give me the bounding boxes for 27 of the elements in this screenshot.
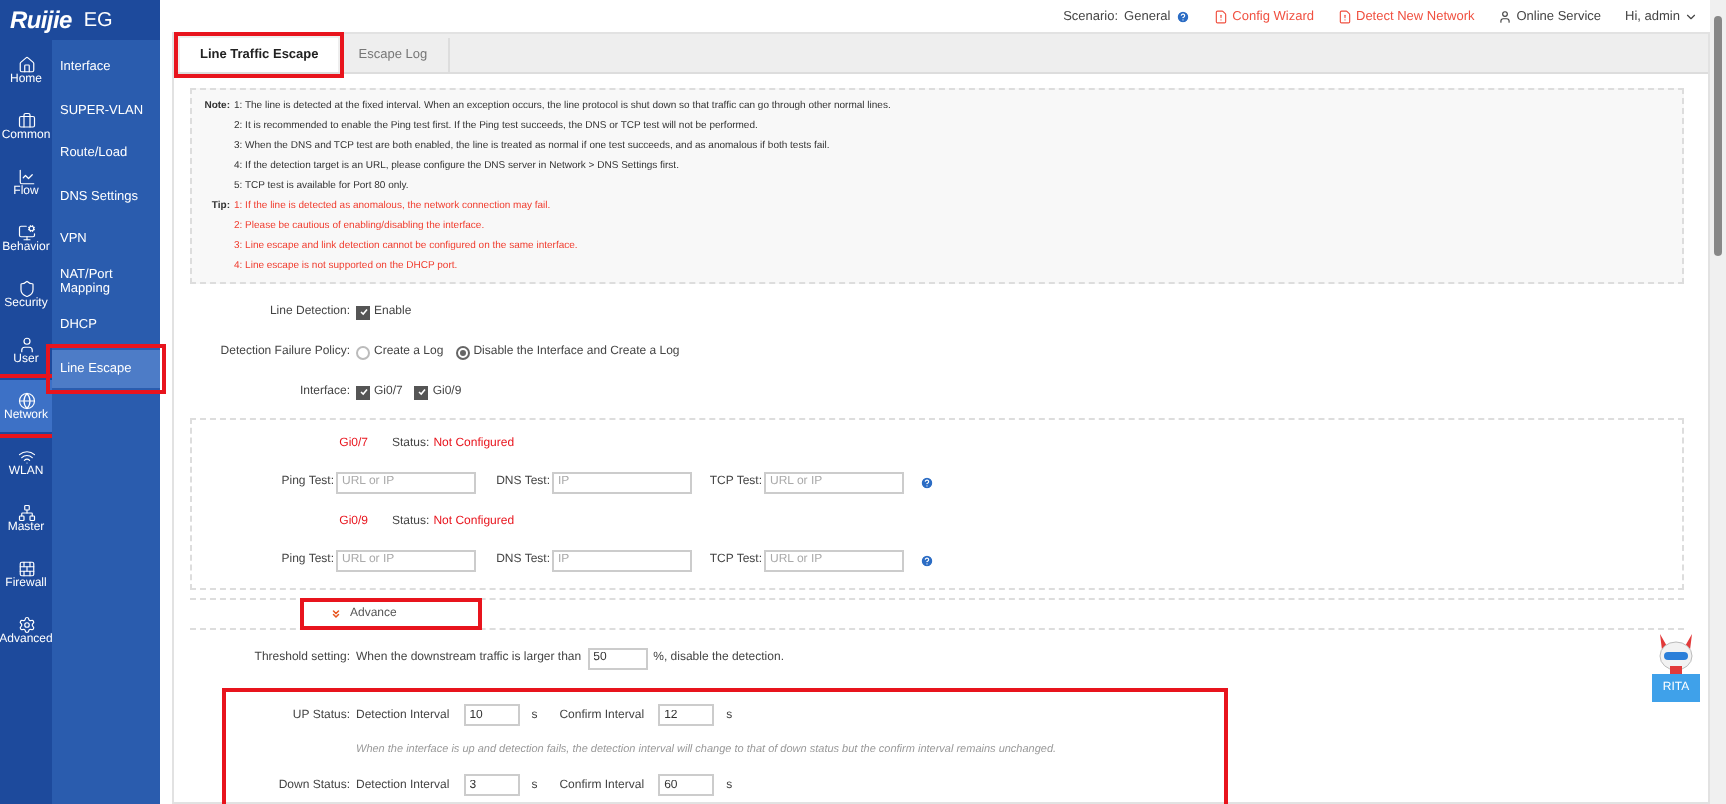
checkbox[interactable]: [414, 385, 429, 399]
settings-icon: [17, 615, 35, 633]
double-chevron-icon: [330, 608, 342, 620]
wifi-icon: [17, 447, 35, 465]
shield-icon: [17, 279, 35, 297]
briefcase-icon: [17, 111, 35, 129]
radio-button[interactable]: [455, 345, 470, 359]
person-icon: [17, 335, 35, 353]
person-icon: [1498, 9, 1513, 23]
globe-icon: [17, 391, 35, 409]
chevron-down-icon: [1684, 9, 1698, 23]
scrollbar[interactable]: [1710, 0, 1726, 804]
help-icon[interactable]: [920, 553, 934, 567]
brand-logo: Ruijie: [10, 6, 72, 34]
chart-icon: [17, 167, 35, 185]
help-icon[interactable]: [920, 475, 934, 489]
checkbox[interactable]: [356, 385, 370, 399]
document-icon: [1338, 9, 1352, 23]
wall-icon: [17, 559, 35, 577]
monitor-icon: [17, 223, 35, 241]
radio-button[interactable]: [356, 345, 370, 359]
product-name: EG: [83, 9, 113, 31]
document-icon: [1214, 9, 1229, 23]
help-icon[interactable]: [1176, 9, 1191, 23]
network-icon: [17, 503, 35, 521]
checkbox[interactable]: [356, 305, 370, 319]
house-icon: [17, 55, 35, 73]
